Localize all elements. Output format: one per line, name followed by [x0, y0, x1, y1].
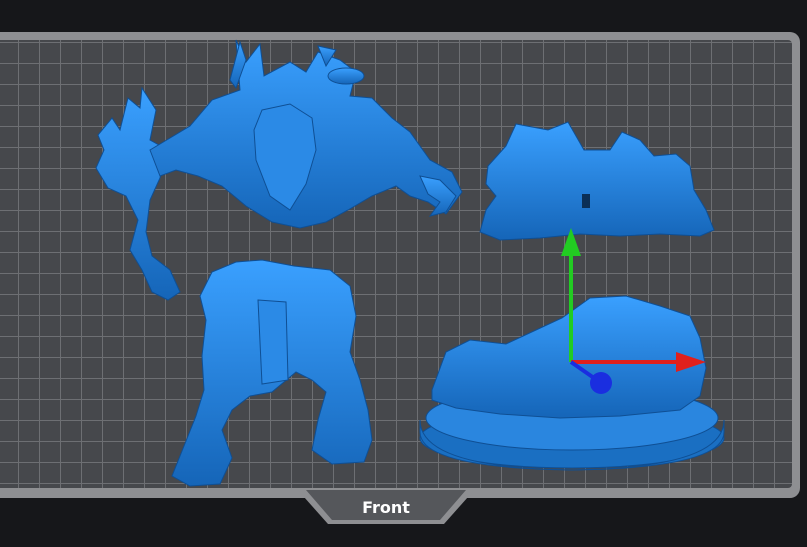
front-view-label: Front: [362, 497, 410, 517]
treant-legs[interactable]: [171, 259, 373, 487]
model-scene: [95, 39, 725, 487]
base-top-rock-piece[interactable]: [479, 121, 715, 241]
treant-upper-body[interactable]: [95, 39, 463, 301]
3d-viewport[interactable]: Front: [0, 0, 807, 547]
front-view-tab[interactable]: Front: [296, 488, 476, 524]
